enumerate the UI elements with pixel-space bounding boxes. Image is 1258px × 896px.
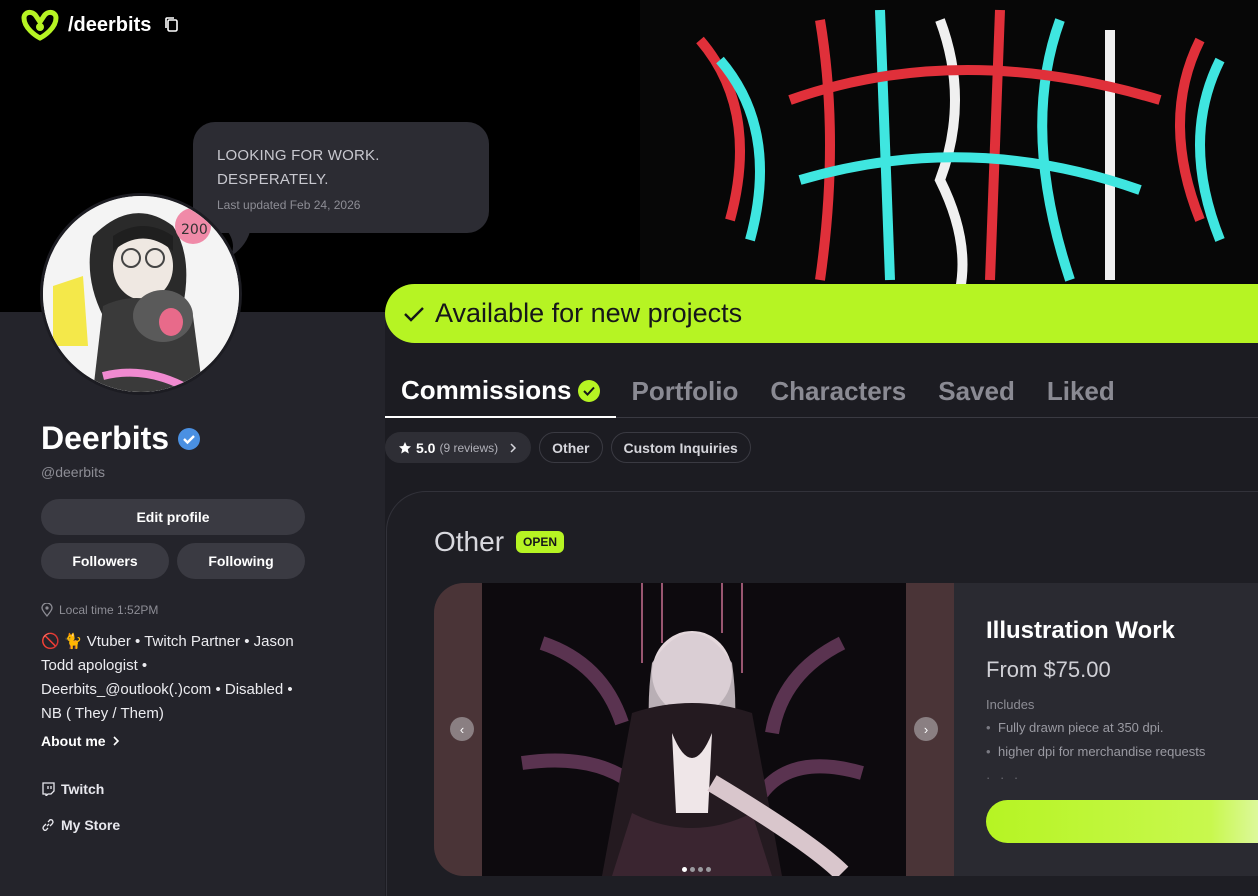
edit-profile-button[interactable]: Edit profile — [41, 499, 305, 535]
banner-artwork — [640, 0, 1258, 312]
display-name: Deerbits — [41, 420, 170, 456]
star-icon — [399, 441, 411, 453]
chip-custom-inquiries[interactable]: Custom Inquiries — [610, 432, 751, 463]
commissions-open-icon — [577, 379, 600, 402]
location-pin-icon — [41, 603, 53, 617]
tab-commissions[interactable]: Commissions — [385, 366, 616, 418]
followers-button[interactable]: Followers — [41, 543, 169, 579]
about-me-label: About me — [41, 733, 106, 749]
copy-icon[interactable] — [165, 17, 179, 33]
chevron-right-icon — [112, 736, 119, 746]
tab-commissions-label: Commissions — [401, 375, 572, 405]
image-gallery: ‹ › — [434, 583, 954, 876]
tab-portfolio[interactable]: Portfolio — [616, 366, 755, 418]
profile-tabs: Commissions Portfolio Characters Saved L… — [385, 366, 1258, 418]
gallery-image — [482, 583, 906, 876]
twitch-icon — [42, 782, 55, 796]
status-updated: Last updated Feb 24, 2026 — [217, 198, 361, 212]
gallery-dots — [682, 867, 711, 872]
avatar-image: 200 — [43, 196, 239, 392]
local-time: Local time 1:52PM — [41, 603, 158, 617]
svg-text:200: 200 — [181, 222, 208, 238]
includes-item: Fully drawn piece at 350 dpi. — [986, 716, 1258, 740]
rating-chip[interactable]: 5.0 (9 reviews) — [385, 432, 532, 463]
verified-icon — [178, 427, 201, 450]
chevron-right-icon — [510, 442, 517, 453]
twitch-label: Twitch — [61, 781, 105, 797]
gallery-dot[interactable] — [682, 867, 687, 872]
status-line-2: DESPERATELY. — [217, 171, 329, 188]
section-title: Other — [434, 526, 505, 557]
rating-value: 5.0 — [416, 439, 436, 456]
artwork-image — [482, 583, 906, 876]
section-header: Other OPEN — [434, 526, 565, 558]
twitch-link[interactable]: Twitch — [41, 781, 104, 797]
checkmark-icon — [404, 306, 424, 322]
card-price: From $75.00 — [986, 657, 1111, 682]
tab-saved[interactable]: Saved — [922, 366, 1031, 418]
gallery-next-button[interactable]: › — [914, 717, 938, 741]
name-row: Deerbits — [41, 420, 201, 457]
gallery-dot[interactable] — [690, 867, 695, 872]
includes-list: Fully drawn piece at 350 dpi. higher dpi… — [986, 716, 1258, 764]
status-badge: OPEN — [516, 531, 565, 553]
gallery-prev-button[interactable]: ‹ — [450, 717, 474, 741]
vgen-logo-icon[interactable] — [20, 8, 60, 42]
includes-item: higher dpi for merchandise requests — [986, 740, 1258, 764]
store-label: My Store — [61, 817, 121, 833]
profile-url: /deerbits — [68, 13, 152, 36]
brand-header: /deerbits — [20, 8, 179, 42]
following-button[interactable]: Following — [177, 543, 305, 579]
request-button[interactable] — [986, 800, 1258, 843]
availability-text: Available for new projects — [435, 298, 743, 328]
review-count: (9 reviews) — [439, 440, 499, 455]
store-link[interactable]: My Store — [41, 817, 120, 833]
avatar[interactable]: 200 — [40, 193, 242, 395]
tab-characters[interactable]: Characters — [754, 366, 922, 418]
gallery-dot[interactable] — [698, 867, 703, 872]
bio-text: 🚫 🐈 Vtuber • Twitch Partner • Jason Todd… — [41, 633, 294, 722]
card-title: Illustration Work — [986, 617, 1175, 644]
more-indicator: · · · — [986, 770, 1022, 785]
filter-chips: 5.0 (9 reviews) Other Custom Inquiries — [385, 432, 751, 463]
about-me-link[interactable]: About me — [41, 733, 120, 749]
local-time-text: Local time 1:52PM — [59, 603, 159, 617]
gallery-dot[interactable] — [706, 867, 711, 872]
status-line-1: LOOKING FOR WORK. — [217, 147, 380, 164]
link-icon — [42, 819, 54, 831]
tab-liked[interactable]: Liked — [1031, 366, 1131, 418]
chip-other[interactable]: Other — [539, 432, 603, 463]
status-bubble: LOOKING FOR WORK. DESPERATELY. Last upda… — [193, 122, 489, 233]
availability-banner: Available for new projects — [385, 284, 1258, 343]
includes-label: Includes — [986, 697, 1035, 712]
card-details: Illustration Work From $75.00 Includes F… — [986, 617, 1258, 785]
username: @deerbits — [41, 464, 106, 480]
commission-card[interactable]: ‹ › Illustration Work From $75.00 Includ… — [434, 583, 1258, 876]
